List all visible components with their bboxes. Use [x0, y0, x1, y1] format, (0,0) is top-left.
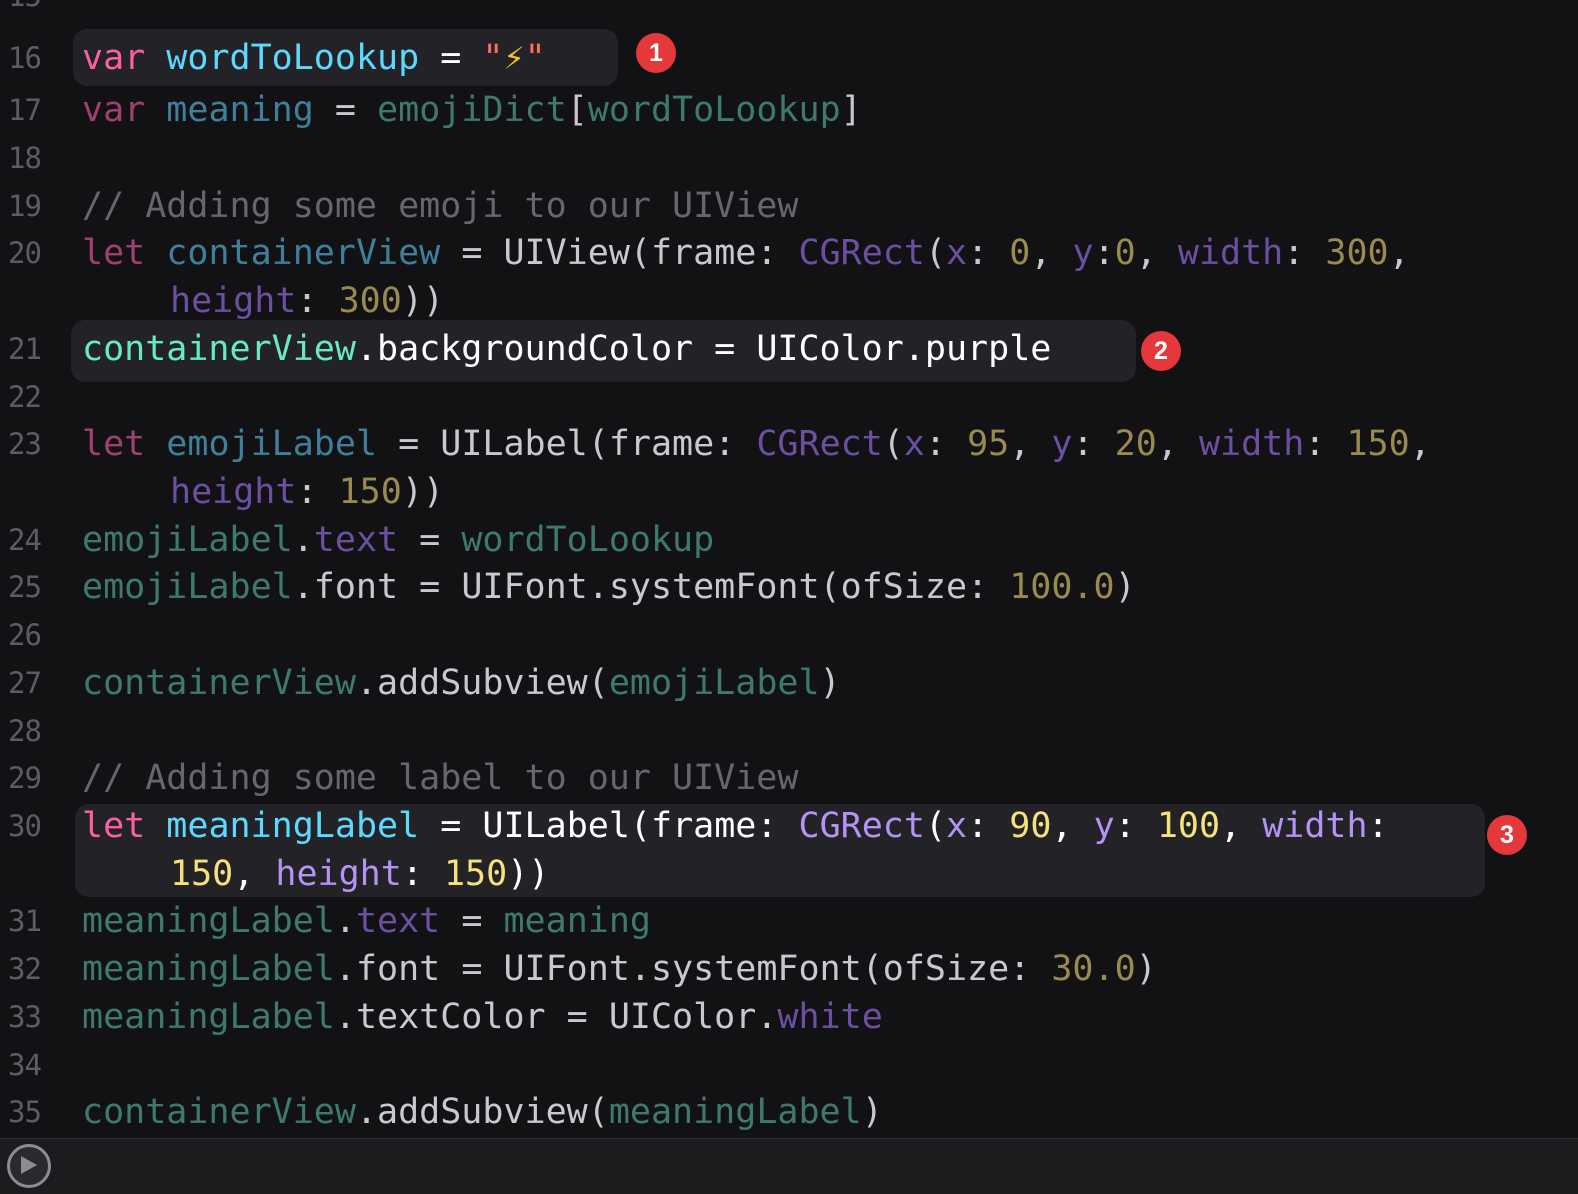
- code-text[interactable]: meaningLabel.textColor = UIColor.white: [82, 993, 883, 1041]
- code-line-continuation[interactable]: 150, height: 150)): [0, 850, 1578, 898]
- code-line[interactable]: 24 emojiLabel.text = wordToLookup: [0, 516, 1578, 564]
- code-text[interactable]: height: 150)): [170, 468, 444, 516]
- line-number: 23: [8, 427, 42, 461]
- line-number: 26: [8, 618, 42, 652]
- line-number: 30: [8, 809, 42, 843]
- code-line[interactable]: 21 containerView.backgroundColor = UICol…: [0, 325, 1578, 373]
- line-number: 20: [8, 236, 42, 270]
- run-button[interactable]: [7, 1144, 51, 1188]
- code-line[interactable]: 25 emojiLabel.font = UIFont.systemFont(o…: [0, 563, 1578, 611]
- code-text[interactable]: emojiLabel.font = UIFont.systemFont(ofSi…: [82, 563, 1136, 611]
- code-comment[interactable]: // Adding some label to our UIView: [82, 754, 798, 802]
- code-text[interactable]: containerView.backgroundColor = UIColor.…: [82, 325, 1051, 373]
- line-number: 33: [8, 1000, 42, 1034]
- code-text[interactable]: height: 300)): [170, 277, 444, 325]
- line-number: 35: [8, 1095, 42, 1129]
- code-text[interactable]: var wordToLookup = "⚡": [82, 34, 546, 82]
- code-text[interactable]: emojiLabel.text = wordToLookup: [82, 516, 714, 564]
- code-text[interactable]: var meaning = emojiDict[wordToLookup]: [82, 86, 862, 134]
- line-number: 31: [8, 904, 42, 938]
- code-line[interactable]: 17 var meaning = emojiDict[wordToLookup]: [0, 86, 1578, 134]
- code-line: 15: [0, 0, 1578, 20]
- code-text[interactable]: meaningLabel.text = meaning: [82, 897, 651, 945]
- line-number: 18: [8, 141, 42, 175]
- code-line[interactable]: 28: [0, 707, 1578, 755]
- line-number: 25: [8, 570, 42, 604]
- code-line-continuation[interactable]: height: 150)): [0, 468, 1578, 516]
- lightning-emoji: ⚡: [503, 38, 525, 78]
- line-number: 17: [8, 93, 42, 127]
- code-text[interactable]: 150, height: 150)): [170, 850, 549, 898]
- code-text[interactable]: let containerView = UIView(frame: CGRect…: [82, 229, 1410, 277]
- code-line-continuation[interactable]: height: 300)): [0, 277, 1578, 325]
- code-line[interactable]: 33 meaningLabel.textColor = UIColor.whit…: [0, 993, 1578, 1041]
- code-line[interactable]: 34: [0, 1041, 1578, 1089]
- code-text[interactable]: containerView.addSubview(meaningLabel): [82, 1088, 883, 1136]
- code-line[interactable]: 16 var wordToLookup = "⚡": [0, 34, 1578, 82]
- code-text[interactable]: let emojiLabel = UILabel(frame: CGRect(x…: [82, 420, 1431, 468]
- code-line[interactable]: 26: [0, 611, 1578, 659]
- code-text[interactable]: let meaningLabel = UILabel(frame: CGRect…: [82, 802, 1389, 850]
- line-number: 24: [8, 523, 42, 557]
- code-line[interactable]: 20 let containerView = UIView(frame: CGR…: [0, 229, 1578, 277]
- line-number: 27: [8, 666, 42, 700]
- code-line[interactable]: 35 containerView.addSubview(meaningLabel…: [0, 1088, 1578, 1136]
- code-editor[interactable]: 15 1 2 3 16 var wordToLookup = "⚡" 17 va…: [0, 0, 1578, 1138]
- code-line[interactable]: 22: [0, 373, 1578, 421]
- line-number: 29: [8, 761, 42, 795]
- code-line[interactable]: 27 containerView.addSubview(emojiLabel): [0, 659, 1578, 707]
- code-comment[interactable]: // Adding some emoji to our UIView: [82, 182, 798, 230]
- code-line[interactable]: 32 meaningLabel.font = UIFont.systemFont…: [0, 945, 1578, 993]
- code-text[interactable]: containerView.addSubview(emojiLabel): [82, 659, 841, 707]
- line-number: 32: [8, 952, 42, 986]
- line-number: 28: [8, 714, 42, 748]
- code-line[interactable]: 18: [0, 134, 1578, 182]
- line-number: 21: [8, 332, 42, 366]
- code-text[interactable]: meaningLabel.font = UIFont.systemFont(of…: [82, 945, 1157, 993]
- line-number: 22: [8, 380, 42, 414]
- line-number: 19: [8, 189, 42, 223]
- code-line[interactable]: 19 // Adding some emoji to our UIView: [0, 182, 1578, 230]
- line-number: 16: [8, 41, 42, 75]
- line-number: 15: [8, 0, 48, 20]
- code-line[interactable]: 30 let meaningLabel = UILabel(frame: CGR…: [0, 802, 1578, 850]
- bottom-toolbar: [0, 1138, 1578, 1194]
- code-line[interactable]: 23 let emojiLabel = UILabel(frame: CGRec…: [0, 420, 1578, 468]
- line-number: 34: [8, 1048, 42, 1082]
- play-icon: [21, 1156, 37, 1174]
- code-line[interactable]: 31 meaningLabel.text = meaning: [0, 897, 1578, 945]
- code-line[interactable]: 29 // Adding some label to our UIView: [0, 754, 1578, 802]
